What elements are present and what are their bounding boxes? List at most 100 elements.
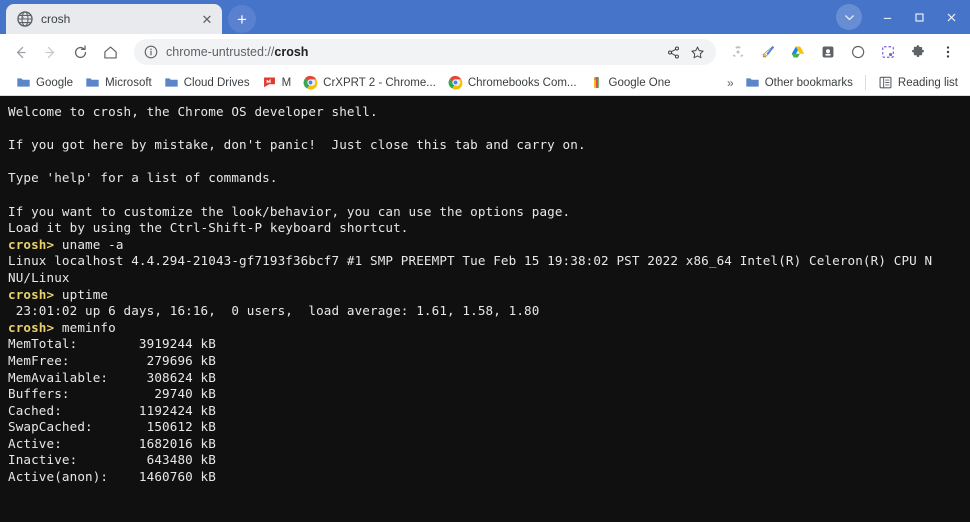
terminal-output-line: If you want to customize the look/behavi…	[8, 203, 571, 219]
new-tab-button[interactable]: +	[228, 5, 256, 33]
address-bar[interactable]: chrome-untrusted://crosh	[134, 39, 716, 65]
tab-title: crosh	[41, 12, 71, 26]
terminal-output-line: MemTotal: 3919244 kB	[8, 336, 216, 352]
keep-extension-icon[interactable]	[754, 38, 782, 66]
reading-list-label: Reading list	[897, 76, 958, 89]
close-button[interactable]	[936, 5, 966, 29]
terminal-command-line: crosh> uname -a	[8, 237, 970, 254]
terminal-prompt: crosh>	[8, 286, 55, 302]
minimize-button[interactable]	[872, 5, 902, 29]
back-button[interactable]	[6, 38, 34, 66]
bookmark-label: Cloud Drives	[183, 76, 250, 89]
bookmark-item-chromebooks-com[interactable]: Chromebooks Com...	[442, 73, 583, 92]
bookmark-item-google-one[interactable]: Google One	[583, 73, 677, 92]
terminal-output-line: Welcome to crosh, the Chrome OS develope…	[8, 104, 378, 119]
terminal-output-line: Cached: 1192424 kB	[8, 402, 216, 418]
reload-button[interactable]	[66, 38, 94, 66]
terminal-output-line: 23:01:02 up 6 days, 16:16, 0 users, load…	[8, 303, 540, 319]
bookmark-star-icon[interactable]	[686, 41, 708, 63]
screencast-glyph	[822, 46, 834, 58]
screen-capture-icon[interactable]	[874, 38, 902, 66]
bookmark-label: CrXPRT 2 - Chrome...	[323, 76, 436, 89]
close-icon	[947, 13, 955, 21]
browser-toolbar: chrome-untrusted://crosh	[0, 34, 970, 70]
bookmark-item-cloud-drives[interactable]: Cloud Drives	[158, 73, 256, 92]
bookmark-item-m[interactable]: M	[256, 73, 298, 92]
crosh-terminal[interactable]: Welcome to crosh, the Chrome OS develope…	[0, 96, 970, 522]
reading-list-icon	[879, 76, 892, 89]
browser-menu-button[interactable]	[934, 38, 962, 66]
three-dot-menu-icon	[946, 46, 950, 58]
maximize-button[interactable]	[904, 5, 934, 29]
radiation-glyph	[732, 46, 744, 57]
bookmark-item-crxprt[interactable]: CrXPRT 2 - Chrome...	[297, 73, 442, 92]
folder-icon	[17, 78, 30, 87]
circle-extension-icon[interactable]	[844, 38, 872, 66]
terminal-output-line: Active(anon): 1460760 kB	[8, 469, 216, 485]
chrome-icon	[448, 75, 463, 90]
address-bar-text: chrome-untrusted://crosh	[166, 45, 654, 59]
terminal-output-line: NU/Linux	[8, 269, 70, 285]
bookmarks-bar: Google Microsoft Cloud Drives M CrXPRT 2…	[0, 70, 970, 96]
terminal-output-line: SwapCached: 150612 kB	[8, 419, 216, 435]
bookmarks-overflow-button[interactable]: »	[722, 76, 739, 90]
forward-arrow-icon	[44, 46, 54, 58]
bookmark-item-microsoft[interactable]: Microsoft	[79, 73, 158, 92]
reload-icon	[74, 44, 86, 58]
google-drive-icon[interactable]	[784, 38, 812, 66]
terminal-output: Welcome to crosh, the Chrome OS develope…	[8, 104, 970, 486]
terminal-command-line: crosh> meminfo	[8, 320, 970, 337]
bookmark-label: Microsoft	[105, 76, 152, 89]
other-bookmarks-label: Other bookmarks	[764, 76, 853, 89]
globe-icon	[17, 11, 33, 27]
radiation-extension-icon[interactable]	[724, 38, 752, 66]
terminal-output-line: Inactive: 643480 kB	[8, 452, 216, 468]
minimize-icon	[883, 17, 891, 19]
google-one-icon	[593, 77, 599, 88]
chevron-down-glyph	[844, 14, 854, 20]
bookmark-label: M	[281, 76, 292, 89]
bookmark-label: Google	[36, 76, 74, 89]
page-info-icon[interactable]	[144, 45, 158, 59]
drive-glyph	[791, 46, 805, 58]
back-arrow-icon	[16, 46, 26, 58]
folder-icon	[165, 78, 178, 87]
window-controls	[836, 4, 970, 34]
home-button[interactable]	[96, 38, 124, 66]
star-glyph	[690, 46, 704, 58]
terminal-output-line: Load it by using the Ctrl-Shift-P keyboa…	[8, 220, 409, 236]
omnibox-actions	[662, 41, 708, 63]
bookmarks-divider	[864, 75, 866, 90]
share-glyph	[667, 45, 679, 59]
terminal-output-line: Linux localhost 4.4.294-21043-gf7193f36b…	[8, 253, 933, 269]
reading-list-button[interactable]: Reading list	[872, 73, 964, 92]
share-icon[interactable]	[662, 41, 684, 63]
terminal-command: uptime	[54, 286, 109, 302]
folder-icon	[86, 78, 99, 87]
terminal-output-line: Buffers: 29740 kB	[8, 386, 216, 402]
red-flag-icon	[263, 77, 275, 88]
tab-strip: crosh ✕ +	[0, 0, 970, 34]
folder-icon	[746, 78, 759, 87]
chevron-down-icon[interactable]	[836, 4, 862, 30]
other-bookmarks-button[interactable]: Other bookmarks	[739, 73, 859, 92]
extensions-puzzle-icon[interactable]	[904, 38, 932, 66]
screen-capture-glyph	[882, 46, 894, 58]
browser-tab-crosh[interactable]: crosh ✕	[6, 4, 222, 34]
terminal-command: uname -a	[54, 236, 124, 252]
url-page: crosh	[274, 45, 309, 59]
screencast-extension-icon[interactable]	[814, 38, 842, 66]
circle-glyph	[852, 45, 865, 59]
keep-glyph	[762, 46, 775, 58]
terminal-output-line: MemAvailable: 308624 kB	[8, 369, 216, 385]
forward-button[interactable]	[36, 38, 64, 66]
tab-close-icon[interactable]: ✕	[198, 10, 216, 28]
terminal-command: meminfo	[54, 319, 116, 335]
terminal-prompt: crosh>	[8, 236, 55, 252]
home-icon	[103, 45, 117, 59]
bookmark-item-google[interactable]: Google	[10, 73, 79, 92]
bookmark-label: Google One	[608, 76, 671, 89]
